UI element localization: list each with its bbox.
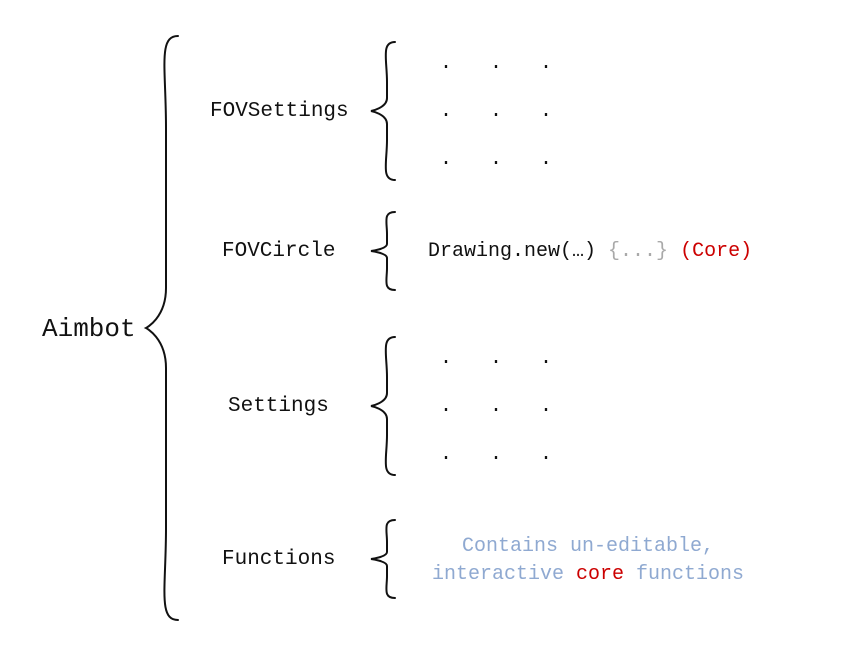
root-brace-icon [138,28,186,628]
functions-line1: Contains un-editable, [462,535,714,558]
functions-brace-icon [365,514,403,604]
child-fovsettings-label: FOVSettings [210,100,349,123]
child-settings-label: Settings [228,395,329,418]
fovcircle-placeholder: {...} [608,240,668,263]
fovcircle-brace-icon [365,206,403,296]
settings-dots-3: ... [440,443,552,466]
child-fovcircle-label: FOVCircle [222,240,335,263]
settings-brace-icon [365,331,403,481]
functions-description: Contains un-editable, interactive core f… [418,533,758,589]
fovsettings-brace-icon [365,36,403,186]
fovsettings-dots-3: ... [440,148,552,171]
fovsettings-dots-1: ... [440,52,552,75]
settings-dots-1: ... [440,347,552,370]
fovcircle-call: Drawing.new(…) [428,240,596,263]
settings-dots-2: ... [440,395,552,418]
root-label: Aimbot [42,314,136,344]
functions-line2-core: core [576,563,624,586]
fovcircle-tag: (Core) [680,240,752,263]
functions-line2-pre: interactive [432,563,576,586]
fovsettings-dots-2: ... [440,100,552,123]
fovcircle-content: Drawing.new(…) {...} (Core) [428,240,752,263]
functions-line2-post: functions [624,563,744,586]
child-functions-label: Functions [222,548,335,571]
